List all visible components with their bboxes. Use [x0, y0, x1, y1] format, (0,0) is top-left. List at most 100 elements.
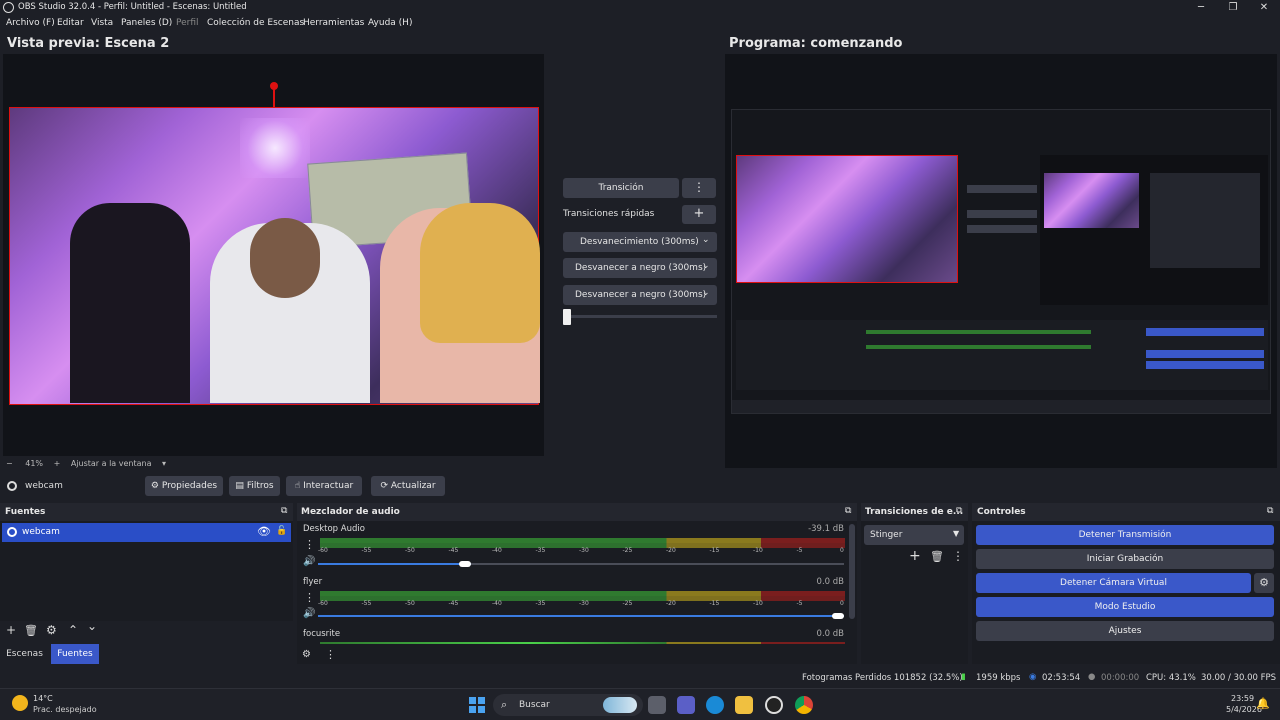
mixer-scrollbar[interactable] [849, 524, 855, 619]
meter-tick-label: -40 [492, 600, 502, 607]
volume-knob[interactable] [832, 613, 844, 619]
eye-icon[interactable]: 👁 [257, 525, 271, 538]
webcam-source[interactable] [9, 107, 540, 405]
weather-icon[interactable] [12, 695, 28, 711]
nested-program-image [1040, 155, 1268, 305]
stop-virtual-camera-button[interactable]: Detener Cámara Virtual [976, 573, 1251, 593]
float-icon[interactable]: ⧉ [845, 506, 851, 516]
refresh-label: Actualizar [390, 481, 436, 491]
start-tile [469, 697, 476, 704]
transition-menu-button[interactable]: ⋮ [682, 178, 716, 198]
meter-tick-label: -50 [405, 600, 415, 607]
gear-icon[interactable]: ⚙ [46, 623, 57, 637]
file-explorer-icon[interactable] [735, 696, 753, 714]
menu-archivo[interactable]: Archivo (F) [6, 18, 55, 28]
notification-icon[interactable]: 🔔 [1256, 697, 1270, 710]
task-view-icon[interactable] [648, 696, 666, 714]
volume-slider[interactable] [318, 613, 844, 619]
menu-ayuda[interactable]: Ayuda (H) [368, 18, 412, 28]
quick-transition-item[interactable]: Desvanecimiento (300ms) ⌄ [563, 232, 717, 252]
studio-mode-button[interactable]: Modo Estudio [976, 597, 1274, 617]
close-button[interactable]: ✕ [1248, 0, 1280, 16]
menu-paneles[interactable]: Paneles (D) [121, 18, 172, 28]
volume-fill [318, 615, 844, 617]
add-icon[interactable]: + [909, 548, 921, 564]
interact-button[interactable]: ☝ Interactuar [286, 476, 362, 496]
add-quick-transition-button[interactable]: + [682, 205, 716, 224]
menu-perfil[interactable]: Perfil [176, 18, 199, 28]
meter-tick-label: -55 [361, 600, 372, 607]
meter-tick-label: -15 [709, 547, 720, 554]
volume-knob[interactable] [458, 561, 471, 567]
float-icon[interactable]: ⧉ [1267, 506, 1273, 516]
stop-streaming-button[interactable]: Detener Transmisión [976, 525, 1274, 545]
zoom-in-button[interactable]: + [54, 459, 61, 468]
quick-transition-item[interactable]: Desvanecer a negro (300ms) ⌄ [563, 258, 717, 278]
start-recording-button[interactable]: Iniciar Grabación [976, 549, 1274, 569]
rotation-handle[interactable] [270, 82, 278, 90]
gear-icon[interactable]: ⚙ [302, 649, 311, 660]
float-icon[interactable]: ⧉ [956, 506, 962, 516]
float-icon[interactable]: ⧉ [281, 506, 287, 516]
refresh-button[interactable]: ⟳ Actualizar [371, 476, 445, 496]
volume-slider[interactable] [318, 561, 844, 567]
preview-canvas[interactable] [3, 54, 544, 456]
filter-icon: ▤ [235, 481, 244, 491]
edge-icon[interactable] [706, 696, 724, 714]
transition-select[interactable]: Stinger ▼ [864, 525, 964, 545]
maximize-button[interactable]: ❐ [1217, 0, 1249, 16]
quick-transition-label: Desvanecer a negro (300ms) [575, 290, 707, 300]
meter-tick-label: -55 [361, 547, 372, 554]
tab-sources[interactable]: Fuentes [51, 644, 99, 664]
speaker-icon[interactable]: 🔊 [303, 556, 315, 567]
trash-icon[interactable]: 🗑 [930, 550, 944, 563]
meter-tick-label: 0 [840, 547, 844, 554]
meter-tick-label: -60 [318, 600, 328, 607]
meter-tick-label: -5 [796, 600, 803, 607]
person-center-head-image [250, 218, 320, 298]
zoom-out-button[interactable]: − [6, 459, 13, 468]
obs-logo-icon [3, 2, 14, 13]
list-item[interactable]: webcam 👁 🔓 [2, 523, 291, 542]
add-icon[interactable]: + [6, 623, 16, 637]
menu-editar[interactable]: Editar [57, 18, 84, 28]
obs-taskbar-icon[interactable] [765, 696, 783, 714]
chevron-up-icon[interactable]: ⌃ [68, 623, 78, 637]
more-icon[interactable]: ⋮ [325, 648, 336, 661]
sources-dock-header: Fuentes ⧉ [0, 503, 293, 521]
menu-coleccion[interactable]: Colección de Escenas [207, 18, 304, 28]
more-icon[interactable]: ⋮ [304, 591, 315, 604]
properties-button[interactable]: ⚙ Propiedades [145, 476, 223, 496]
channel-db: -39.1 dB [808, 524, 844, 534]
chevron-down-icon[interactable]: ▾ [162, 459, 166, 468]
speaker-icon[interactable]: 🔊 [303, 608, 315, 619]
zoom-bar: − 41% + Ajustar a la ventana ▾ [6, 459, 166, 468]
menu-herramientas[interactable]: Herramientas [303, 18, 364, 28]
tbar-slider-handle[interactable] [563, 309, 571, 325]
settings-button[interactable]: Ajustes [976, 621, 1274, 641]
minimize-button[interactable]: ─ [1185, 0, 1217, 16]
transition-button[interactable]: Transición [563, 178, 679, 198]
virtual-camera-settings-button[interactable]: ⚙ [1254, 573, 1274, 593]
quick-transition-item[interactable]: Desvanecer a negro (300ms) ⌄ [563, 285, 717, 305]
taskbar-search[interactable]: ⌕ Buscar [493, 694, 643, 716]
filters-button[interactable]: ▤ Filtros [229, 476, 280, 496]
record-icon: ● [1088, 672, 1096, 682]
chrome-icon[interactable] [795, 696, 813, 714]
teams-icon[interactable] [677, 696, 695, 714]
tbar-slider[interactable] [563, 315, 717, 318]
menu-vista[interactable]: Vista [91, 18, 113, 28]
transitions-dock-title: Transiciones de e... [865, 507, 964, 517]
lock-icon[interactable]: 🔓 [276, 526, 287, 536]
more-icon[interactable]: ⋮ [304, 538, 315, 551]
title-bar: OBS Studio 32.0.4 - Perfil: Untitled - E… [0, 0, 1280, 16]
nested-meter [866, 345, 1091, 349]
zoom-fit-select[interactable]: Ajustar a la ventana [71, 459, 152, 468]
more-icon[interactable]: ⋮ [952, 549, 964, 563]
windows-start-icon[interactable] [469, 697, 485, 713]
tab-scenes[interactable]: Escenas [2, 644, 47, 664]
meter-tick-label: -10 [753, 547, 763, 554]
trash-icon[interactable]: 🗑 [24, 624, 38, 637]
stream-icon: ◉ [1029, 672, 1037, 682]
chevron-down-icon[interactable]: ⌄ [87, 619, 97, 633]
